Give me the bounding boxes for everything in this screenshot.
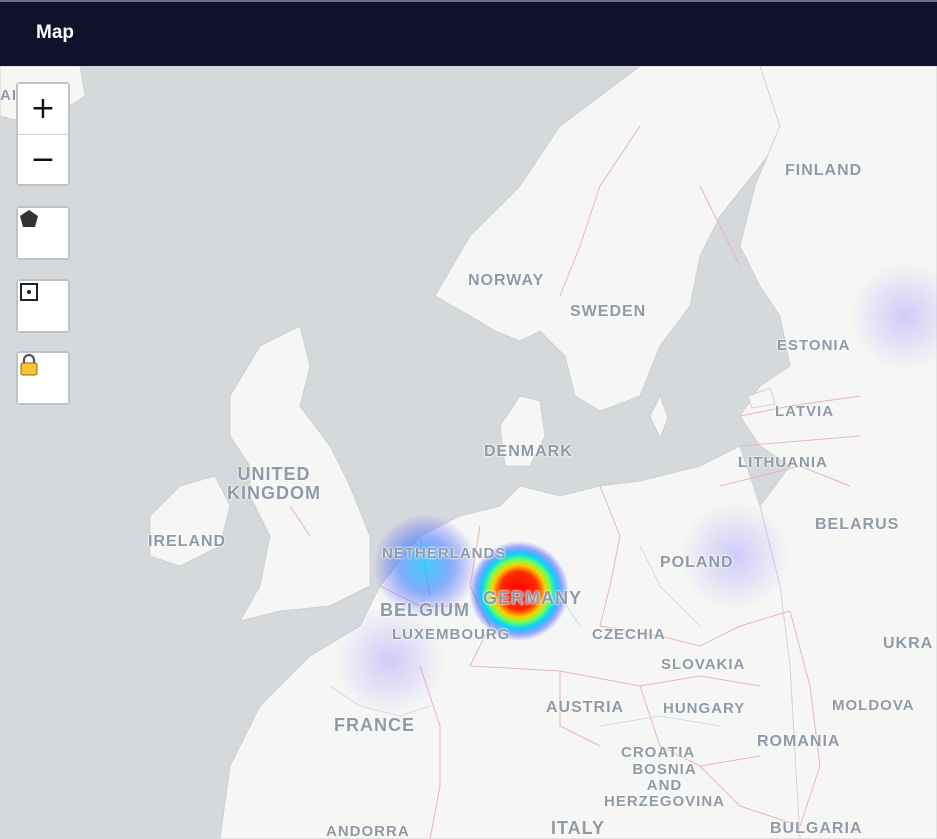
label-bulgaria: BULGARIA — [770, 820, 863, 837]
land-gotland — [649, 394, 669, 440]
label-hungary: HUNGARY — [663, 700, 746, 717]
label-lithuania: LITHUANIA — [738, 454, 828, 471]
lock-button[interactable] — [18, 353, 68, 403]
zoom-in-button[interactable]: + — [18, 84, 68, 134]
label-luxembourg: LUXEMBOURG — [392, 626, 511, 643]
draw-rectangle-control — [16, 279, 70, 333]
basemap — [0, 66, 937, 839]
draw-polygon-control — [16, 206, 70, 260]
label-austria: AUSTRIA — [546, 699, 625, 716]
label-france: FRANCE — [334, 715, 415, 735]
heat-spot-france — [335, 606, 445, 716]
page-title: Map — [36, 22, 74, 43]
label-finland: FINLAND — [785, 162, 863, 179]
label-estonia: ESTONIA — [777, 337, 851, 354]
label-netherlands: NETHERLANDS — [382, 545, 507, 562]
top-bar: Map — [0, 0, 937, 66]
polygon-icon — [20, 210, 38, 227]
label-united-kingdom: UNITED KINGDOM — [227, 464, 321, 503]
label-latvia: LATVIA — [775, 403, 835, 420]
lock-icon — [20, 353, 38, 376]
label-ireland: IRELAND — [148, 533, 227, 550]
map-canvas[interactable]: FINLAND NORWAY SWEDEN ESTONIA LATVIA LIT… — [0, 66, 937, 839]
label-denmark: DENMARK — [484, 443, 573, 460]
label-czechia: CZECHIA — [592, 626, 666, 643]
label-belarus: BELARUS — [815, 516, 900, 533]
label-slovakia: SLOVAKIA — [661, 656, 746, 673]
label-edge-fragment: AI — [0, 87, 17, 104]
label-ukraine: UKRA — [883, 635, 934, 652]
label-andorra: ANDORRA — [326, 823, 410, 839]
label-norway: NORWAY — [468, 272, 545, 289]
label-belgium: BELGIUM — [380, 600, 470, 620]
label-bosnia: BOSNIA AND HERZEGOVINA — [604, 761, 726, 810]
lock-control — [16, 351, 70, 405]
land-ireland — [149, 475, 231, 567]
label-romania: ROMANIA — [757, 733, 841, 750]
label-croatia: CROATIA — [621, 744, 696, 761]
label-italy: ITALY — [551, 818, 606, 838]
draw-rectangle-button[interactable] — [18, 281, 68, 331]
land-saaremaa — [747, 387, 776, 409]
label-poland: POLAND — [660, 554, 734, 571]
zoom-control: + − — [16, 82, 70, 186]
zoom-out-button[interactable]: − — [18, 134, 68, 184]
label-moldova: MOLDOVA — [832, 697, 915, 714]
label-sweden: SWEDEN — [570, 303, 647, 320]
label-germany: GERMANY — [483, 588, 583, 608]
draw-polygon-button[interactable] — [18, 208, 68, 258]
rectangle-select-icon — [20, 283, 38, 301]
